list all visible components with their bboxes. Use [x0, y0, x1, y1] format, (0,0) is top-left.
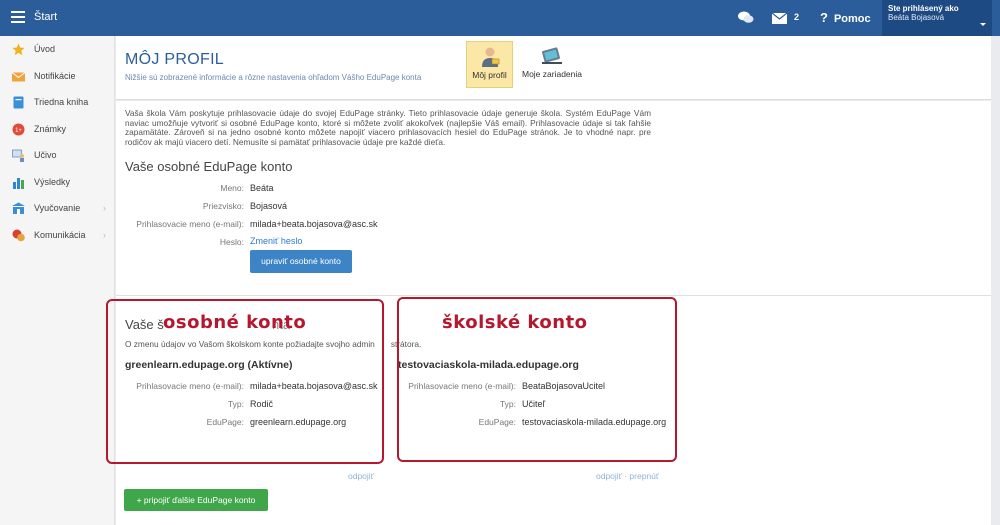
classroom-icon — [12, 202, 25, 214]
sidebar-item-label: Učivo — [34, 150, 57, 160]
annotation-label-personal: osobné konto — [163, 312, 307, 333]
disconnect-switch-links-testovaciaskola[interactable]: odpojiť · prepnúť — [596, 471, 659, 481]
edit-personal-account-button[interactable]: upraviť osobné konto — [250, 250, 352, 273]
annotation-label-school: školské konto — [442, 312, 588, 333]
sidebar-item-label: Triedna kniha — [34, 97, 89, 107]
teacher-icon — [12, 149, 24, 162]
profile-header: MÔJ PROFIL Nižšie sú zobrazené informáci… — [116, 36, 991, 100]
connect-another-account-button[interactable]: + pripojiť ďalšie EduPage konto — [124, 489, 268, 511]
user-profile-icon — [481, 47, 499, 67]
help-button[interactable]: ? Pomoc — [820, 10, 871, 25]
help-label: Pomoc — [833, 13, 871, 25]
tab-label: Moje zariadenia — [521, 69, 582, 79]
sidebar-item-uvod[interactable]: Úvod — [0, 36, 114, 63]
question-icon: ? — [820, 10, 828, 25]
book-icon — [13, 96, 24, 109]
login-email-value: milada+beata.bojasova@asc.sk — [250, 219, 378, 229]
tab-my-profile[interactable]: Môj profil — [466, 41, 513, 88]
field-label: Priezvisko: — [202, 201, 244, 211]
chat-icon[interactable] — [738, 11, 754, 24]
user-name: Beáta Bojasová — [888, 13, 945, 22]
sidebar: Úvod Notifikácie Triedna kniha 1+ Známky… — [0, 36, 115, 525]
first-name-value: Beáta — [250, 183, 274, 193]
divider — [116, 295, 991, 296]
bar-chart-icon — [13, 177, 24, 189]
page-title: MÔJ PROFIL — [125, 51, 225, 68]
sidebar-item-ucivo[interactable]: Učivo — [0, 142, 114, 169]
personal-account-title: Vaše osobné EduPage konto — [125, 159, 293, 174]
mail-icon[interactable] — [772, 13, 787, 24]
sidebar-item-label: Známky — [34, 123, 67, 134]
sidebar-item-notifikacie[interactable]: Notifikácie — [0, 63, 114, 90]
sidebar-item-label: Úvod — [34, 44, 56, 54]
star-icon — [12, 43, 25, 56]
field-label: Meno: — [220, 183, 244, 193]
last-name-value: Bojasová — [250, 201, 288, 211]
start-link[interactable]: Štart — [34, 11, 57, 23]
svg-text:1+: 1+ — [15, 128, 22, 134]
user-menu[interactable]: Ste prihlásený ako Beáta Bojasová — [882, 0, 992, 36]
sidebar-item-label: Notifikácie — [34, 70, 76, 81]
field-label: Heslo: — [219, 237, 244, 247]
sidebar-item-znamky[interactable]: 1+ Známky — [0, 116, 114, 143]
caret-down-icon — [980, 23, 986, 26]
tab-label: Môj profil — [472, 70, 507, 80]
user-status-text: Ste prihlásený ako — [888, 4, 959, 13]
chat-people-icon — [12, 229, 25, 241]
envelope-icon — [12, 71, 25, 81]
sidebar-item-triedna-kniha[interactable]: Triedna kniha — [0, 89, 114, 116]
sidebar-item-label: Vyučovanie — [34, 203, 81, 213]
devices-icon — [542, 47, 562, 64]
hamburger-menu-icon[interactable] — [11, 11, 25, 23]
field-label: Prihlasovacie meno (e-mail): — [136, 219, 244, 229]
sidebar-item-label: Komunikácia — [34, 229, 86, 240]
sidebar-item-label: Výsledky — [34, 176, 71, 187]
grades-icon: 1+ — [12, 123, 25, 135]
change-password-link[interactable]: Zmeniť heslo — [250, 236, 302, 246]
tab-my-devices[interactable]: Moje zariadenia — [515, 41, 589, 88]
page-subtitle: Nižšie sú zobrazené informácie a rôzne n… — [125, 73, 422, 82]
mail-count-badge: 2 — [794, 12, 800, 22]
top-bar: Štart 2 ? Pomoc Ste prihlásený ako Beáta … — [0, 0, 1000, 36]
disconnect-link-greenlearn[interactable]: odpojiť — [348, 471, 374, 481]
intro-text: Vaša škola Vám poskytuje prihlasovacie ú… — [125, 108, 651, 147]
